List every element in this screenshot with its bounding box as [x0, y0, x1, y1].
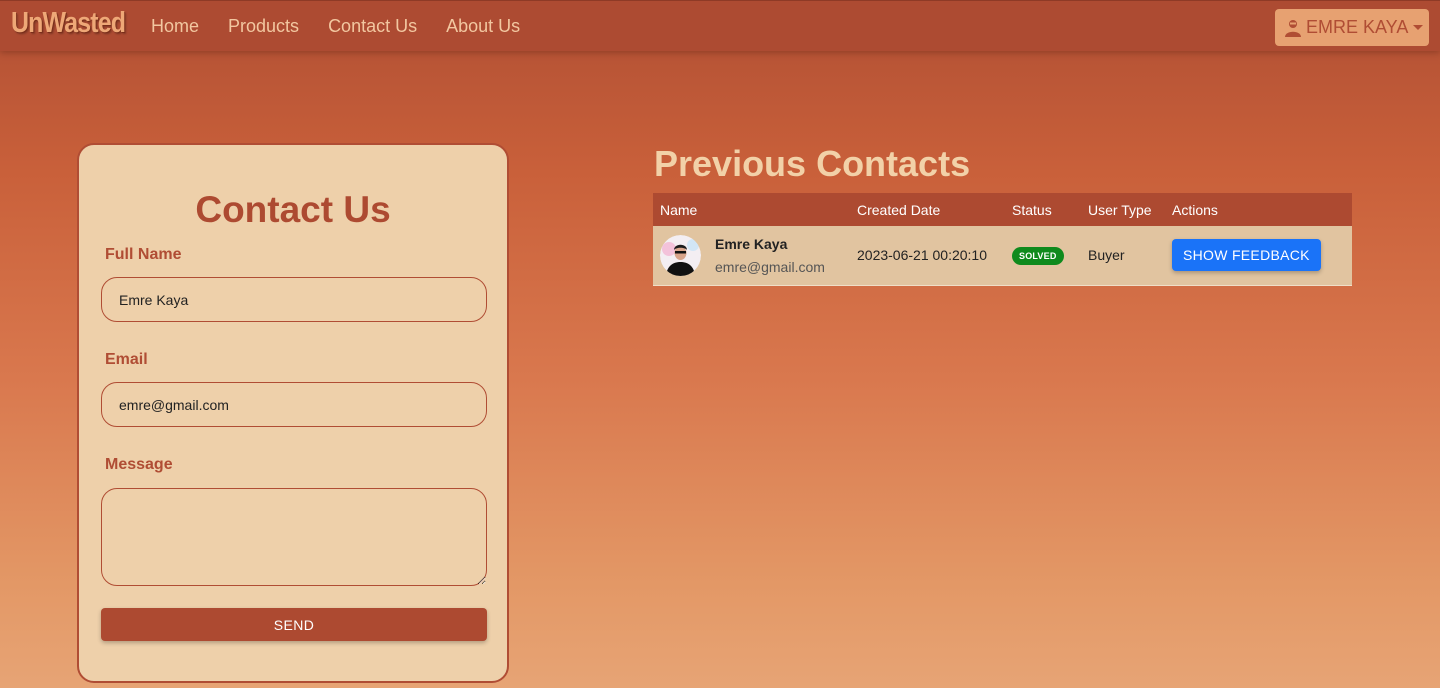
previous-contacts-table: Name Created Date Status User Type Actio… [653, 193, 1352, 286]
contact-name: Emre Kaya [715, 235, 788, 252]
status-cell: SOLVED [1005, 226, 1081, 285]
previous-contacts-title: Previous Contacts [654, 143, 971, 184]
column-header-user-type: User Type [1088, 201, 1152, 218]
nav-link-home[interactable]: Home [151, 16, 199, 37]
user-type-cell: Buyer [1088, 247, 1125, 264]
caret-down-icon [1413, 25, 1424, 30]
email-input[interactable] [101, 382, 487, 427]
actions-cell: SHOW FEEDBACK [1165, 226, 1352, 285]
column-header-actions: Actions [1172, 201, 1218, 218]
column-header-name: Name [660, 201, 698, 218]
contact-form-title: Contact Us [195, 189, 391, 230]
nav-link-about-us[interactable]: About Us [446, 16, 520, 37]
status-badge: SOLVED [1012, 246, 1064, 265]
nav-link-products[interactable]: Products [228, 16, 299, 37]
message-label: Message [105, 456, 173, 473]
full-name-input[interactable] [101, 277, 487, 322]
table-row: Emre Kaya emre@gmail.com 2023-06-21 00:2… [653, 226, 1352, 285]
send-button[interactable]: SEND [101, 608, 487, 641]
table-header-row: Name Created Date Status User Type Actio… [653, 193, 1352, 226]
contact-form-card: Contact Us Full Name Email Message SEND [77, 143, 509, 683]
created-date-cell: 2023-06-21 00:20:10 [857, 247, 987, 264]
brand-logo[interactable]: UnWasted [11, 7, 126, 40]
column-header-created-date: Created Date [857, 201, 941, 218]
full-name-label: Full Name [105, 246, 182, 263]
nav-link-contact-us[interactable]: Contact Us [328, 16, 417, 37]
email-label: Email [105, 351, 148, 368]
contact-email: emre@gmail.com [715, 258, 825, 275]
name-cell: Emre Kaya emre@gmail.com [653, 226, 850, 285]
user-menu-button[interactable]: EMRE KAYA [1275, 9, 1429, 46]
user-icon [1285, 19, 1301, 37]
message-textarea[interactable] [101, 488, 487, 586]
user-menu-label: EMRE KAYA [1306, 17, 1409, 37]
column-header-status: Status [1012, 201, 1052, 218]
navbar: UnWasted Home Products Contact Us About … [0, 0, 1440, 51]
show-feedback-button[interactable]: SHOW FEEDBACK [1172, 239, 1321, 272]
avatar [660, 234, 701, 276]
nav-links: Home Products Contact Us About Us [151, 16, 549, 37]
